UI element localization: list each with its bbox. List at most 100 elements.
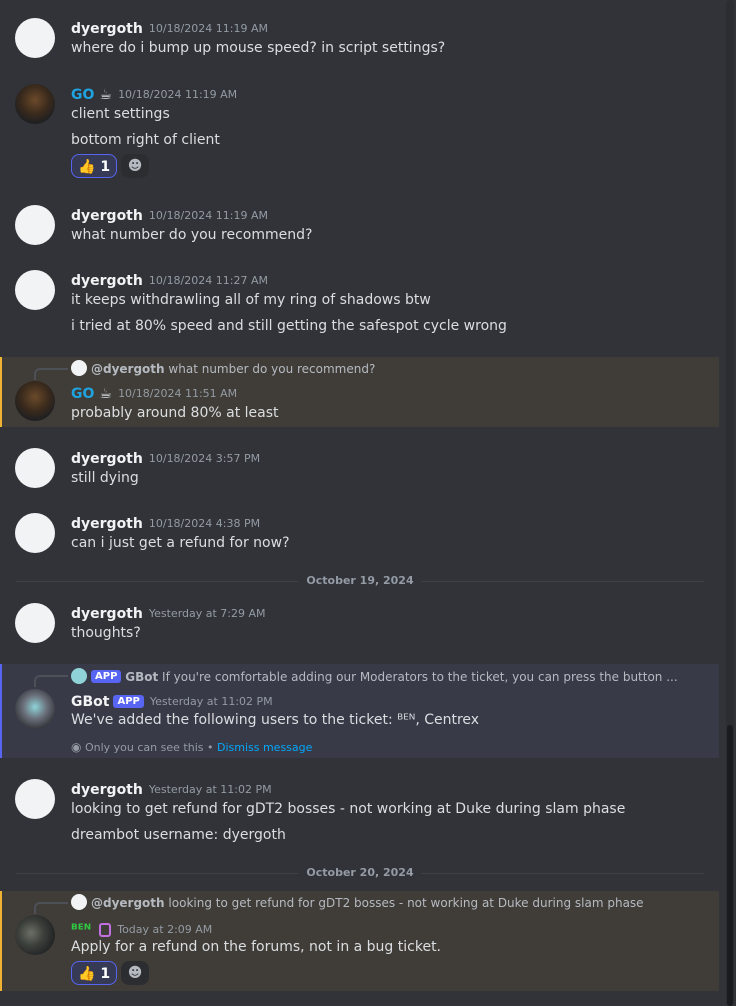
- reply-author: @dyergoth: [91, 362, 165, 376]
- timestamp: 10/18/2024 4:38 PM: [148, 517, 261, 530]
- add-reaction-button[interactable]: ☻: [121, 154, 149, 178]
- reply-text: If you're comfortable adding our Moderat…: [162, 670, 678, 684]
- date-divider-label: October 19, 2024: [298, 574, 422, 587]
- avatar[interactable]: [15, 689, 55, 729]
- java-cup-icon: ☕: [99, 386, 113, 402]
- add-reaction-button[interactable]: ☻: [121, 961, 149, 985]
- reply-preview[interactable]: APP GBot If you're comfortable adding ou…: [71, 668, 678, 684]
- reaction-count: 1: [100, 159, 111, 175]
- author-name[interactable]: dyergoth: [71, 21, 143, 37]
- author-name[interactable]: ᴮᴱᴺ: [71, 922, 91, 938]
- avatar[interactable]: [15, 448, 55, 488]
- avatar[interactable]: [15, 513, 55, 553]
- message: dyergoth 10/18/2024 4:38 PM can i just ge…: [0, 511, 720, 561]
- reply-spine: [34, 675, 68, 687]
- scrollbar-thumb[interactable]: [727, 725, 733, 1006]
- avatar[interactable]: [15, 779, 55, 819]
- message-text: Apply for a refund on the forums, not in…: [71, 939, 442, 955]
- message-mention-highlight: @dyergoth looking to get refund for gDT2…: [0, 891, 719, 991]
- date-divider: October 19, 2024: [16, 574, 704, 587]
- message-text: looking to get refund for gDT2 bosses - …: [71, 801, 626, 817]
- message: dyergoth Yesterday at 11:02 PM looking to…: [0, 777, 720, 853]
- message-text: client settings: [71, 106, 170, 122]
- reply-spine: [34, 902, 68, 914]
- reply-text: looking to get refund for gDT2 bosses - …: [168, 896, 644, 910]
- message-text: probably around 80% at least: [71, 405, 279, 421]
- author-name[interactable]: GO: [71, 87, 94, 103]
- message-header: dyergoth 10/18/2024 11:27 AM: [71, 270, 268, 289]
- message-mention-highlight: @dyergoth what number do you recommend? …: [0, 357, 719, 427]
- author-name[interactable]: dyergoth: [71, 273, 143, 289]
- message: dyergoth 10/18/2024 11:19 AM where do i b…: [0, 16, 720, 66]
- timestamp: 10/18/2024 3:57 PM: [148, 452, 261, 465]
- app-badge: APP: [91, 670, 122, 683]
- mini-avatar: [71, 894, 87, 910]
- reaction-thumbs-up[interactable]: 👍 1: [71, 961, 118, 985]
- eye-icon: ◉: [71, 740, 82, 754]
- author-name[interactable]: dyergoth: [71, 782, 143, 798]
- author-name[interactable]: dyergoth: [71, 208, 143, 224]
- ephemeral-bar: [0, 664, 2, 758]
- message-header: dyergoth Yesterday at 11:02 PM: [71, 779, 272, 798]
- avatar[interactable]: [15, 18, 55, 58]
- reaction-thumbs-up[interactable]: 👍 1: [71, 154, 118, 178]
- message-text: dreambot username: dyergoth: [71, 827, 286, 843]
- reply-preview[interactable]: @dyergoth looking to get refund for gDT2…: [71, 894, 644, 910]
- author-name[interactable]: GBot: [71, 694, 109, 710]
- message-text: i tried at 80% speed and still getting t…: [71, 318, 507, 334]
- timestamp: 10/18/2024 11:19 AM: [148, 22, 268, 35]
- ephemeral-note-text: Only you can see this •: [84, 741, 217, 754]
- avatar[interactable]: [15, 381, 55, 421]
- reply-text: what number do you recommend?: [168, 362, 376, 376]
- message-text: bottom right of client: [71, 132, 220, 148]
- message-header: dyergoth 10/18/2024 4:38 PM: [71, 513, 261, 532]
- avatar[interactable]: [15, 205, 55, 245]
- author-name[interactable]: dyergoth: [71, 516, 143, 532]
- highlight-bar: [0, 357, 2, 427]
- avatar[interactable]: [15, 270, 55, 310]
- timestamp: 10/18/2024 11:27 AM: [148, 274, 268, 287]
- message-header: dyergoth 10/18/2024 11:19 AM: [71, 18, 268, 37]
- smiley-icon: ☻: [127, 158, 143, 174]
- mini-avatar: [71, 668, 87, 684]
- timestamp: 10/18/2024 11:51 AM: [118, 387, 238, 400]
- message-header: dyergoth Yesterday at 7:29 AM: [71, 603, 266, 622]
- timestamp: Yesterday at 11:02 PM: [149, 695, 273, 708]
- dismiss-message-link[interactable]: Dismiss message: [217, 741, 312, 754]
- smiley-icon: ☻: [127, 965, 143, 981]
- message-text: can i just get a refund for now?: [71, 535, 290, 551]
- message: dyergoth Yesterday at 7:29 AM thoughts?: [0, 601, 720, 651]
- reaction-count: 1: [100, 966, 111, 982]
- timestamp: Today at 2:09 AM: [117, 923, 213, 936]
- message: dyergoth 10/18/2024 11:27 AM it keeps wit…: [0, 268, 720, 344]
- message-text: it keeps withdrawling all of my ring of …: [71, 292, 431, 308]
- reply-author: GBot: [125, 670, 159, 684]
- role-gem-icon: [99, 923, 112, 937]
- message-text: where do i bump up mouse speed? in scrip…: [71, 40, 446, 56]
- avatar[interactable]: [15, 915, 55, 955]
- thumbs-up-icon: 👍: [78, 159, 96, 175]
- avatar[interactable]: [15, 603, 55, 643]
- author-name[interactable]: GO: [71, 386, 94, 402]
- message-header: dyergoth 10/18/2024 11:19 AM: [71, 205, 268, 224]
- timestamp: 10/18/2024 11:19 AM: [148, 209, 268, 222]
- message: dyergoth 10/18/2024 11:19 AM what number …: [0, 203, 720, 253]
- message-header: GBot APP Yesterday at 11:02 PM: [71, 691, 273, 710]
- timestamp: Yesterday at 7:29 AM: [148, 607, 266, 620]
- java-cup-icon: ☕: [99, 87, 113, 103]
- message: dyergoth 10/18/2024 3:57 PM still dying: [0, 446, 720, 496]
- message-text: what number do you recommend?: [71, 227, 313, 243]
- author-name[interactable]: dyergoth: [71, 606, 143, 622]
- message-text: still dying: [71, 470, 139, 486]
- timestamp: Yesterday at 11:02 PM: [148, 783, 272, 796]
- message-header: ᴮᴱᴺ Today at 2:09 AM: [71, 919, 213, 938]
- timestamp: 10/18/2024 11:19 AM: [118, 88, 238, 101]
- avatar[interactable]: [15, 84, 55, 124]
- app-badge: APP: [113, 695, 144, 708]
- highlight-bar: [0, 891, 2, 991]
- author-name[interactable]: dyergoth: [71, 451, 143, 467]
- reply-preview[interactable]: @dyergoth what number do you recommend?: [71, 360, 375, 376]
- ephemeral-message: APP GBot If you're comfortable adding ou…: [0, 664, 719, 758]
- reply-author: @dyergoth: [91, 896, 165, 910]
- date-divider: October 20, 2024: [16, 866, 704, 879]
